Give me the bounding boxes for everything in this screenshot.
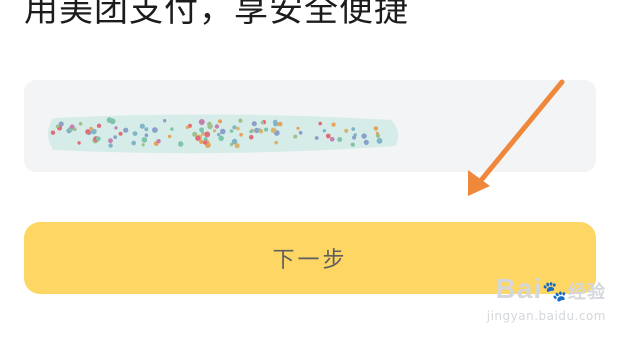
mask-dot [170,127,174,131]
mask-dot [214,124,220,129]
mask-dot [251,121,257,127]
mask-dot [314,136,319,140]
paw-icon: 🐾 [542,281,568,303]
mask-dot [139,123,145,129]
mask-dot [249,129,253,134]
mask-dot [337,137,343,142]
mask-dot [204,131,211,138]
mask-dot [270,127,277,133]
mask-dot [114,126,118,130]
mask-dot [218,135,224,141]
mask-dot [198,119,205,125]
mask-dot [329,137,335,142]
watermark-brand: Bai [495,273,543,304]
mask-dot [238,118,243,123]
mask-dot [167,134,172,139]
mask-dot [141,137,148,143]
mask-dot [144,127,149,132]
mask-dot [229,142,234,147]
mask-dot [264,127,269,132]
mask-dot [363,139,369,145]
mask-dot [144,133,149,137]
mask-dot [123,127,129,133]
mask-dot [322,129,326,133]
mask-dot [318,121,323,126]
mask-dot [195,135,201,141]
mask-dot [106,117,113,123]
page-title: 用美团支付，享安全便捷 [24,0,409,30]
watermark-brand-suffix: 经验 [568,282,606,302]
mask-dot [277,121,283,127]
watermark-url: jingyan.baidu.com [486,309,606,323]
mask-dot [69,124,75,129]
mask-dot [152,127,158,133]
mask-dot [296,126,300,130]
mask-dot [95,136,101,142]
mask-dot [131,140,136,146]
mask-dot [202,140,208,145]
mask-dot [239,132,243,137]
mask-dot [163,119,167,123]
mask-dot [352,135,357,140]
mask-dot [77,141,81,145]
mask-dot [273,121,279,127]
mask-dot [229,129,234,133]
mask-dot [234,143,240,149]
mask-dot [199,139,204,144]
mask-dot [325,133,331,139]
mask-dot [178,141,184,147]
mask-dot [248,134,254,140]
mask-dot [220,128,226,135]
mask-dot [351,127,356,131]
mask-dot [113,135,118,139]
mask-dot [350,142,355,147]
mask-dot [78,121,83,126]
mask-dot [373,126,379,131]
mask-dot [218,119,222,124]
mask-dot [108,138,113,144]
mask-dot [141,143,145,147]
mask-dot [55,124,60,129]
mask-dot [207,123,213,130]
mask-dot [361,133,367,139]
mask-dot [201,132,205,136]
mask-dot [232,125,237,130]
baidu-jingyan-watermark: Bai🐾经验 jingyan.baidu.com [476,274,606,344]
mask-dot [199,127,205,133]
masked-phone-number [48,114,399,154]
mask-dot [132,131,138,136]
mask-dot [274,140,279,145]
mask-dot [293,134,298,139]
mask-dot [260,120,265,125]
mask-dot [258,129,264,134]
mask-dot [85,129,91,135]
mask-dot [213,129,217,133]
mask-dot [344,128,349,133]
mask-dot [156,139,161,144]
mask-dot [331,122,336,127]
mask-dot [376,137,383,144]
mask-dot [375,133,381,138]
mask-dot [96,123,102,128]
mask-dot [50,130,56,135]
mask-dot [185,125,189,129]
mask-dot [118,131,123,136]
mask-dot [298,130,303,135]
mask-dot [89,126,93,131]
mask-dot [108,143,113,148]
mask-dot [236,126,240,131]
